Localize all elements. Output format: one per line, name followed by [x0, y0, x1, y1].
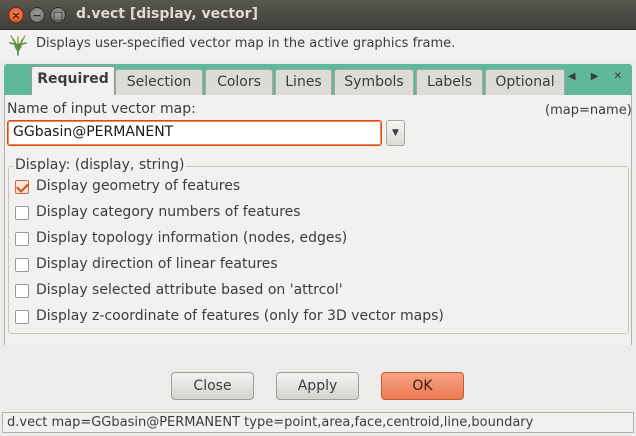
module-description-strip: Displays user-specified vector map in th…	[0, 30, 636, 60]
tab-optional[interactable]: Optional	[485, 69, 565, 95]
tab-selection[interactable]: Selection	[115, 69, 203, 95]
window-maximize-button[interactable]: □	[50, 7, 66, 23]
tab-scroll-arrows[interactable]: ◀ ▶ ✕	[568, 71, 628, 82]
checkbox-display-direction[interactable]	[15, 258, 29, 272]
grass-logo-icon	[9, 35, 27, 56]
checkbox-label-display-category-numbers[interactable]: Display category numbers of features	[36, 204, 301, 220]
tab-required[interactable]: Required	[31, 66, 115, 96]
tab-colors[interactable]: Colors	[205, 69, 273, 95]
tab-lines[interactable]: Lines	[275, 69, 332, 95]
checkbox-label-display-geometry[interactable]: Display geometry of features	[36, 178, 240, 194]
close-button[interactable]: Close	[171, 372, 254, 400]
title-bar: × − □ d.vect [display, vector]	[0, 0, 636, 30]
display-group-title: Display: (display, string)	[13, 157, 187, 173]
checkbox-label-display-attribute[interactable]: Display selected attribute based on 'att…	[36, 282, 343, 298]
window-close-button[interactable]: ×	[8, 7, 24, 23]
map-input[interactable]: GGbasin@PERMANENT	[7, 120, 382, 146]
tab-symbols[interactable]: Symbols	[334, 69, 414, 95]
command-statusbar: d.vect map=GGbasin@PERMANENT type=point,…	[2, 412, 634, 433]
map-dropdown-button[interactable]: ▼	[386, 120, 405, 146]
checkbox-display-z-coordinate[interactable]	[15, 310, 29, 324]
checkbox-label-display-direction[interactable]: Display direction of linear features	[36, 256, 278, 272]
tab-labels[interactable]: Labels	[416, 69, 483, 95]
map-param-hint: (map=name)	[545, 103, 632, 118]
checkbox-display-category-numbers[interactable]	[15, 206, 29, 220]
ok-button[interactable]: OK	[381, 372, 464, 400]
window-title: d.vect [display, vector]	[76, 6, 258, 22]
checkbox-display-geometry[interactable]	[15, 180, 29, 194]
checkbox-display-attribute[interactable]	[15, 284, 29, 298]
module-description: Displays user-specified vector map in th…	[36, 36, 456, 51]
window-minimize-button[interactable]: −	[29, 7, 45, 23]
checkbox-display-topology[interactable]	[15, 232, 29, 246]
notebook-tab-strip: Required Selection Colors Lines Symbols …	[4, 64, 632, 96]
apply-button[interactable]: Apply	[276, 372, 359, 400]
map-input-label: Name of input vector map:	[7, 101, 196, 117]
checkbox-label-display-z-coordinate[interactable]: Display z-coordinate of features (only f…	[36, 308, 444, 324]
checkbox-label-display-topology[interactable]: Display topology information (nodes, edg…	[36, 230, 347, 246]
